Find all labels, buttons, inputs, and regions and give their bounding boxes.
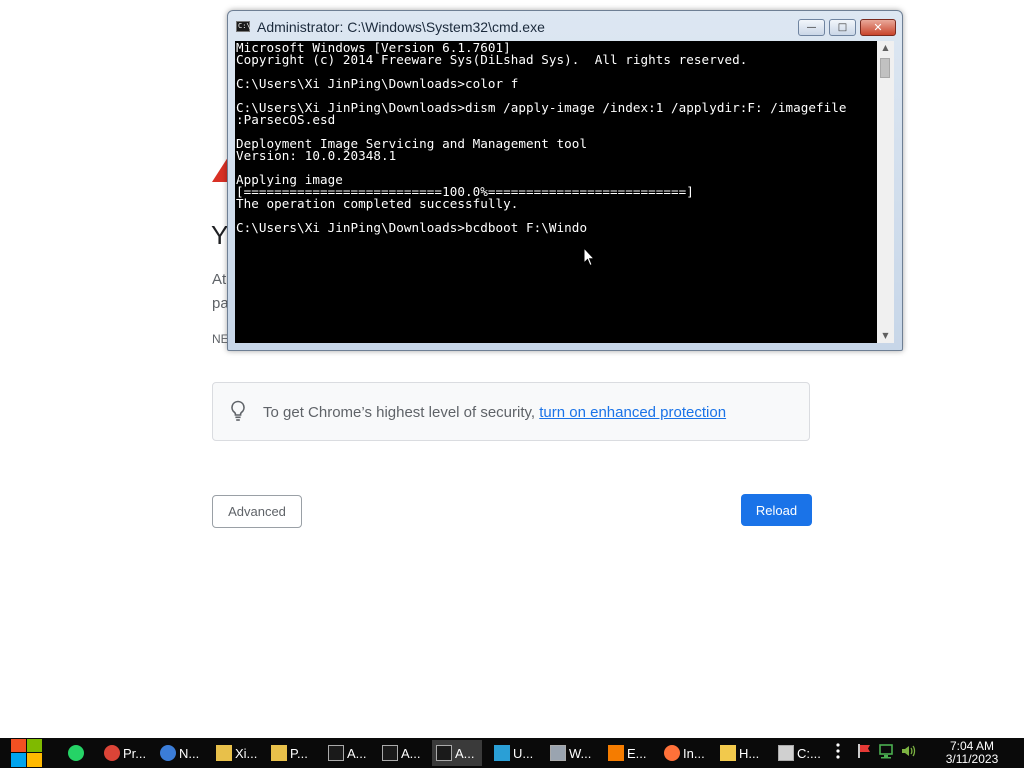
- taskbar-item-label: Xi...: [235, 745, 258, 761]
- network-icon[interactable]: [878, 743, 894, 764]
- maximize-button[interactable]: □: [829, 19, 856, 36]
- taskbar-item[interactable]: Pr...: [100, 740, 152, 766]
- security-promo-box: To get Chrome’s highest level of securit…: [212, 382, 810, 441]
- console-output[interactable]: Microsoft Windows [Version 6.1.7601] Copy…: [235, 41, 877, 343]
- taskbar-item[interactable]: W...: [546, 740, 598, 766]
- cmd-icon: [382, 745, 398, 761]
- window-app-icon: [550, 745, 566, 761]
- clock-date: 3/11/2023: [945, 752, 999, 766]
- taskbar-item[interactable]: P...: [267, 740, 315, 766]
- volume-icon[interactable]: [900, 743, 916, 764]
- archive-icon: [778, 745, 794, 761]
- taskbar-item[interactable]: E...: [604, 740, 656, 766]
- taskbar-item[interactable]: A...: [378, 740, 426, 766]
- close-icon: ✕: [873, 21, 883, 34]
- cmd-icon: [328, 745, 344, 761]
- reload-button[interactable]: Reload: [741, 494, 812, 526]
- minimize-icon: —: [806, 22, 817, 33]
- console-line: C:\Users\Xi JinPing\Downloads>bcdboot F:…: [236, 220, 588, 235]
- taskbar-item-label: In...: [683, 745, 705, 761]
- maximize-icon: □: [837, 22, 848, 33]
- taskbar-item[interactable]: A...: [324, 740, 372, 766]
- chrome-icon: [104, 745, 120, 761]
- window-title: Administrator: C:\Windows\System32\cmd.e…: [257, 19, 545, 35]
- network-app-icon: [160, 745, 176, 761]
- console-line: Version: 10.0.20348.1: [236, 148, 397, 163]
- enhanced-protection-link[interactable]: turn on enhanced protection: [539, 404, 726, 421]
- taskbar-item[interactable]: In...: [660, 740, 710, 766]
- taskbar: Pr... N... Xi... P... A... A... A... U... W... E.…: [0, 738, 1024, 768]
- taskbar-item-label: Pr...: [123, 745, 147, 761]
- taskbar-item-label: W...: [569, 745, 592, 761]
- taskbar-item-label: N...: [179, 745, 200, 761]
- folder-icon: [216, 745, 232, 761]
- minimize-button[interactable]: —: [798, 19, 825, 36]
- taskbar-item-label: A...: [455, 745, 475, 761]
- taskbar-item[interactable]: Xi...: [212, 740, 258, 766]
- firefox-icon: [664, 745, 680, 761]
- taskbar-item[interactable]: A...: [432, 740, 482, 766]
- taskbar-item[interactable]: H...: [716, 740, 768, 766]
- scroll-down-arrow-icon[interactable]: ▼: [877, 329, 894, 343]
- more-options-icon[interactable]: [836, 742, 846, 764]
- scroll-up-arrow-icon[interactable]: ▲: [877, 41, 894, 55]
- search-icon: [608, 745, 624, 761]
- security-message: To get Chrome’s highest level of securit…: [263, 404, 540, 421]
- taskbar-item[interactable]: C:...: [774, 740, 826, 766]
- messaging-icon: [68, 745, 84, 761]
- windows-logo-icon: [11, 739, 42, 767]
- console-line: The operation completed successfully.: [236, 196, 519, 211]
- security-text: To get Chrome’s highest level of securit…: [263, 404, 726, 421]
- close-button[interactable]: ✕: [860, 19, 896, 36]
- help-icon: [720, 745, 736, 761]
- folder-icon: [271, 745, 287, 761]
- taskbar-item[interactable]: [64, 740, 96, 766]
- mouse-pointer-icon: [583, 246, 596, 272]
- utility-icon: [494, 745, 510, 761]
- cmd-window[interactable]: C:\ Administrator: C:\Windows\System32\c…: [227, 10, 903, 351]
- vertical-scrollbar[interactable]: ▲ ▼: [877, 41, 894, 343]
- cmd-icon: C:\: [236, 21, 251, 32]
- start-button[interactable]: [10, 738, 44, 768]
- taskbar-item-label: U...: [513, 745, 534, 761]
- cmd-titlebar[interactable]: C:\ Administrator: C:\Windows\System32\c…: [228, 11, 902, 41]
- console-line: C:\Users\Xi JinPing\Downloads>color f: [236, 76, 519, 91]
- taskbar-item-label: E...: [627, 745, 647, 761]
- taskbar-item[interactable]: U...: [490, 740, 542, 766]
- taskbar-clock[interactable]: 7:04 AM 3/11/2023: [932, 740, 1012, 766]
- taskbar-item-label: A...: [347, 745, 367, 761]
- console-line: Copyright (c) 2014 Freeware Sys(DiLshad …: [236, 52, 748, 67]
- taskbar-item-label: H...: [739, 745, 760, 761]
- advanced-button[interactable]: Advanced: [212, 495, 302, 528]
- taskbar-item-label: P...: [290, 745, 308, 761]
- lightbulb-icon: [230, 400, 246, 427]
- taskbar-item[interactable]: N...: [156, 740, 204, 766]
- taskbar-item-label: C:...: [797, 745, 821, 761]
- scroll-thumb[interactable]: [880, 58, 890, 78]
- system-tray: [836, 738, 916, 768]
- cmd-icon: [436, 745, 452, 761]
- flag-icon[interactable]: [856, 743, 872, 764]
- taskbar-item-label: A...: [401, 745, 421, 761]
- console-line: :ParsecOS.esd: [236, 112, 336, 127]
